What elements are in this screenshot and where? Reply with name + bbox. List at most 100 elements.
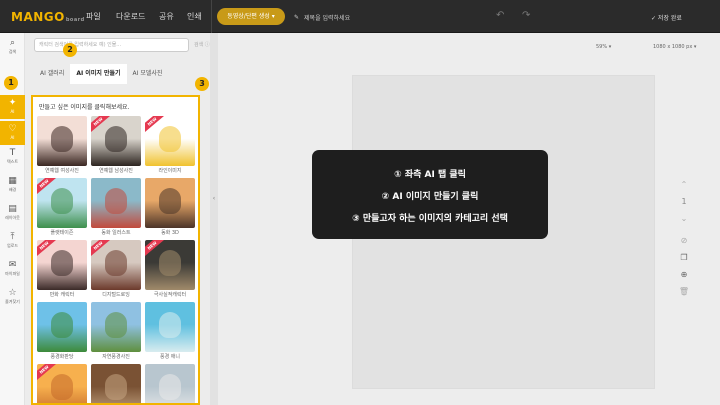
category-card[interactable]: NEW 플랫테이즌 bbox=[37, 178, 87, 236]
sidebar-item-label: AI bbox=[10, 135, 15, 140]
sidebar-icon: ☆ bbox=[8, 288, 17, 298]
sidebar-icon: T bbox=[9, 148, 16, 158]
category-card[interactable]: 연예웹 여성사진 bbox=[37, 116, 87, 174]
ai-panel: 캐릭터 검색어를 입력하세요 예) 인물... 검색 ⓘ AI 갤러리 AI 이… bbox=[25, 33, 210, 405]
step-marker-2: 2 bbox=[63, 43, 77, 57]
thumbnail-figure bbox=[159, 188, 181, 214]
page-number: 1 bbox=[681, 197, 687, 206]
brand-logo[interactable]: MANGOboard bbox=[11, 10, 85, 24]
edit-icon: ✎ bbox=[294, 13, 300, 21]
instruction-tooltip: ① 좌측 AI 탭 클릭 ② AI 이미지 만들기 클릭 ③ 만들고자 하는 이… bbox=[312, 150, 548, 239]
sidebar-item-label: AI bbox=[10, 109, 15, 114]
hide-page-icon[interactable]: ⊘ bbox=[678, 236, 690, 245]
category-card[interactable] bbox=[91, 364, 141, 403]
page-down-icon[interactable]: ⌄ bbox=[678, 214, 690, 223]
save-status: ✓ 저장 완료 bbox=[651, 15, 682, 22]
step-marker-1: 1 bbox=[4, 76, 18, 90]
panel-splitter[interactable] bbox=[210, 33, 218, 405]
category-card[interactable]: NEW bbox=[37, 364, 87, 403]
category-thumbnail: NEW bbox=[37, 240, 87, 290]
page-up-icon[interactable]: ⌃ bbox=[678, 180, 690, 189]
instruction-step-1: ① 좌측 AI 탭 클릭 bbox=[394, 170, 466, 180]
sidebar-item-label: 업로드 bbox=[6, 243, 19, 248]
sidebar-item-7[interactable]: ✉ 마이파일 bbox=[0, 257, 25, 281]
sidebar-item-8[interactable]: ☆ 즐겨찾기 bbox=[0, 285, 25, 309]
thumbnail-figure bbox=[159, 374, 181, 400]
category-thumbnail bbox=[37, 116, 87, 166]
category-card[interactable]: NEW 라인이미지 bbox=[145, 116, 195, 174]
tab-ai-image-create[interactable]: AI 이미지 만들기 bbox=[70, 64, 127, 84]
category-thumbnail bbox=[145, 302, 195, 352]
canvas-size-select[interactable]: 1080 x 1080 px ▾ bbox=[653, 44, 696, 50]
menu-download[interactable]: 다운로드 bbox=[116, 11, 145, 22]
category-label: 연예웹 남성사진 bbox=[99, 168, 133, 174]
search-input[interactable]: 캐릭터 검색어를 입력하세요 예) 인물... bbox=[34, 38, 189, 52]
menu-share[interactable]: 공유 bbox=[159, 11, 174, 22]
instruction-step-2: ② AI 이미지 만들기 클릭 bbox=[381, 192, 479, 202]
category-card[interactable]: NEW 극사실적캐릭터 bbox=[145, 240, 195, 298]
title-input[interactable]: ✎ 제목을 입력하세요 bbox=[294, 10, 454, 24]
category-label: 풍경화판당 bbox=[50, 354, 74, 360]
sidebar-icon: ⌕ bbox=[9, 38, 16, 48]
category-card[interactable]: 동화 3D bbox=[145, 178, 195, 236]
search-button[interactable]: 검색 ⓘ bbox=[194, 41, 210, 48]
duplicate-page-icon[interactable]: ❐ bbox=[678, 253, 690, 262]
sidebar-icon: ▦ bbox=[8, 176, 17, 186]
thumbnail-figure bbox=[105, 126, 127, 152]
sidebar-item-1[interactable]: ✦ AI bbox=[0, 95, 25, 119]
sidebar-icon: ✉ bbox=[8, 260, 17, 270]
category-label: 플랫테이즌 bbox=[50, 230, 74, 236]
category-card[interactable]: NEW 만화 캐릭터 bbox=[37, 240, 87, 298]
category-card[interactable]: 풍경 애니 bbox=[145, 302, 195, 360]
sidebar-item-label: 텍스트 bbox=[6, 159, 19, 164]
sidebar-item-0[interactable]: ⌕ 검색 bbox=[0, 35, 25, 59]
sidebar-item-4[interactable]: ▦ 배경 bbox=[0, 173, 25, 197]
category-card[interactable] bbox=[145, 364, 195, 403]
redo-icon[interactable]: ↷ bbox=[522, 10, 530, 21]
thumbnail-figure bbox=[51, 250, 73, 276]
category-label: 라인이미지 bbox=[158, 168, 182, 174]
thumbnail-figure bbox=[105, 188, 127, 214]
toolbar-divider bbox=[211, 0, 212, 33]
sidebar-icon: ✦ bbox=[8, 98, 17, 108]
collapse-handle-icon[interactable]: ‹ bbox=[211, 195, 217, 209]
sidebar-item-6[interactable]: ⤒ 업로드 bbox=[0, 229, 25, 253]
create-video-button[interactable]: 동영상/단편 생성 ▾ bbox=[217, 8, 285, 25]
add-page-icon[interactable]: ⊕ bbox=[678, 270, 690, 279]
top-bar: MANGOboard 파일 다운로드 공유 인쇄 동영상/단편 생성 ▾ ✎ 제… bbox=[0, 0, 720, 33]
sidebar-item-label: 레이아웃 bbox=[5, 215, 20, 220]
category-card[interactable]: NEW 디지털드로잉 bbox=[91, 240, 141, 298]
step-marker-3: 3 bbox=[195, 77, 209, 91]
thumbnail-figure bbox=[159, 126, 181, 152]
category-card[interactable]: 동화 일러스트 bbox=[91, 178, 141, 236]
category-card[interactable]: NEW 연예웹 남성사진 bbox=[91, 116, 141, 174]
delete-page-icon[interactable]: 🗑 bbox=[678, 287, 690, 296]
panel-tabs: AI 갤러리 AI 이미지 만들기 AI 모델사진 bbox=[34, 64, 168, 84]
sidebar-item-2[interactable]: ♡ AI bbox=[0, 121, 25, 145]
category-thumbnail bbox=[145, 364, 195, 403]
category-label: 풍경 애니 bbox=[160, 354, 180, 360]
category-thumbnail: NEW bbox=[91, 240, 141, 290]
category-thumbnail bbox=[145, 178, 195, 228]
thumbnail-figure bbox=[159, 250, 181, 276]
category-label: 동화 3D bbox=[161, 230, 179, 236]
thumbnail-figure bbox=[51, 188, 73, 214]
category-thumbnail: NEW bbox=[91, 116, 141, 166]
category-label: 자연풍경사진 bbox=[102, 354, 130, 360]
tab-ai-gallery[interactable]: AI 갤러리 bbox=[34, 64, 70, 84]
category-label: 연예웹 여성사진 bbox=[45, 168, 79, 174]
sidebar-item-3[interactable]: T 텍스트 bbox=[0, 145, 25, 169]
menu-file[interactable]: 파일 bbox=[86, 11, 101, 22]
category-thumbnail bbox=[91, 178, 141, 228]
category-thumbnail: NEW bbox=[145, 240, 195, 290]
category-card[interactable]: 풍경화판당 bbox=[37, 302, 87, 360]
sidebar-item-5[interactable]: ▤ 레이아웃 bbox=[0, 201, 25, 225]
tab-ai-model-photo[interactable]: AI 모델사진 bbox=[127, 64, 169, 84]
category-card[interactable]: 자연풍경사진 bbox=[91, 302, 141, 360]
sidebar-item-label: 검색 bbox=[8, 49, 17, 54]
zoom-select[interactable]: 59% ▾ bbox=[596, 44, 611, 50]
category-label: 디지털드로잉 bbox=[102, 292, 130, 298]
undo-icon[interactable]: ↶ bbox=[496, 10, 504, 21]
menu-print[interactable]: 인쇄 bbox=[187, 11, 202, 22]
sidebar-item-label: 마이파일 bbox=[5, 271, 20, 276]
